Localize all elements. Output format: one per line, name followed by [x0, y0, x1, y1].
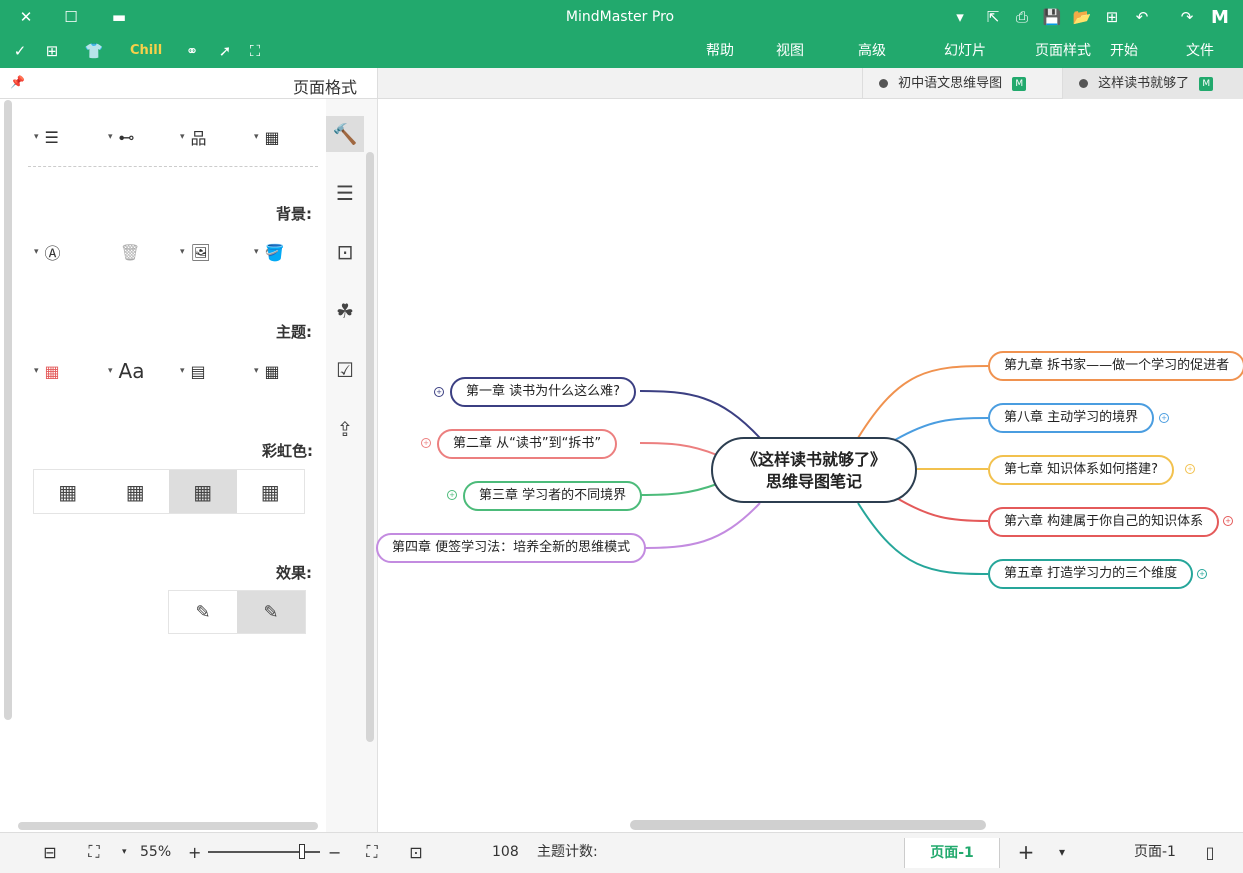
zoom-slider-thumb[interactable]	[299, 844, 305, 859]
topic-node-ch8[interactable]: 第八章 主动学习的境界	[988, 403, 1155, 433]
collapse-toggle-icon[interactable]: +	[1197, 569, 1207, 579]
fullscreen-view-icon[interactable]: ⛶	[360, 840, 384, 864]
zoom-dropdown-icon[interactable]: ▾	[122, 832, 127, 873]
topic-node-ch7[interactable]: 第七章 知识体系如何搭建?	[988, 455, 1175, 485]
add-page-icon[interactable]: +	[1014, 840, 1038, 864]
branch-line	[894, 417, 989, 441]
topic-node-ch4[interactable]: 第四章 便签学习法：培养全新的思维模式	[376, 533, 647, 563]
collapse-toggle-icon[interactable]: +	[1159, 413, 1169, 423]
collapse-toggle-icon[interactable]: +	[447, 490, 457, 500]
topic-node-ch9[interactable]: 第九章 拆书家——做一个学习的促进者	[988, 351, 1243, 381]
page-panel-icon[interactable]: ▯	[1198, 840, 1222, 864]
branch-line	[894, 496, 989, 522]
collapse-toggle-icon[interactable]: +	[1223, 516, 1233, 526]
canvas-horizontal-scrollbar[interactable]	[630, 820, 986, 830]
zoom-in-icon[interactable]: +	[188, 832, 201, 873]
topic-node-ch6[interactable]: 第六章 构建属于你自己的知识体系	[988, 507, 1220, 537]
collapse-toggle-icon[interactable]: +	[434, 387, 444, 397]
topic-node-ch3[interactable]: 第三章 学习者的不同境界	[463, 481, 643, 511]
branch-line	[639, 442, 718, 456]
topic-node-ch1[interactable]: 第一章 读书为什么这么难?	[450, 377, 637, 407]
topic-count-value: 108	[492, 844, 519, 860]
presentation-icon[interactable]: ⊡	[404, 840, 428, 864]
collapse-toggle-icon[interactable]: +	[421, 438, 431, 448]
page-selector[interactable]: 页面-1	[1134, 832, 1176, 873]
branch-line	[857, 502, 989, 575]
zoom-out-icon[interactable]: −	[328, 832, 341, 873]
fit-width-icon[interactable]: ⊟	[38, 840, 62, 864]
zoom-level[interactable]: 55%	[140, 832, 171, 873]
page-menu-dropdown-icon[interactable]: ▾	[1050, 840, 1074, 864]
branch-line	[639, 390, 761, 439]
central-topic-line1: 《这样读书就够了》	[741, 450, 886, 469]
topic-count-label: 主题计数:	[537, 844, 598, 860]
central-topic[interactable]: 《这样读书就够了》 思维导图笔记	[711, 437, 917, 503]
central-topic-line2: 思维导图笔记	[765, 472, 862, 491]
collapse-toggle-icon[interactable]: +	[1185, 464, 1195, 474]
branch-line	[639, 483, 718, 496]
topic-node-ch2[interactable]: 第二章 从“读书”到“拆书”	[437, 429, 618, 459]
branch-line	[639, 502, 761, 549]
branch-lines	[639, 365, 989, 575]
fit-page-icon[interactable]: ⛶	[82, 840, 106, 864]
topic-node-ch5[interactable]: 第五章 打造学习力的三个维度	[988, 559, 1194, 589]
page-tab[interactable]: 页面-1	[904, 838, 1000, 868]
